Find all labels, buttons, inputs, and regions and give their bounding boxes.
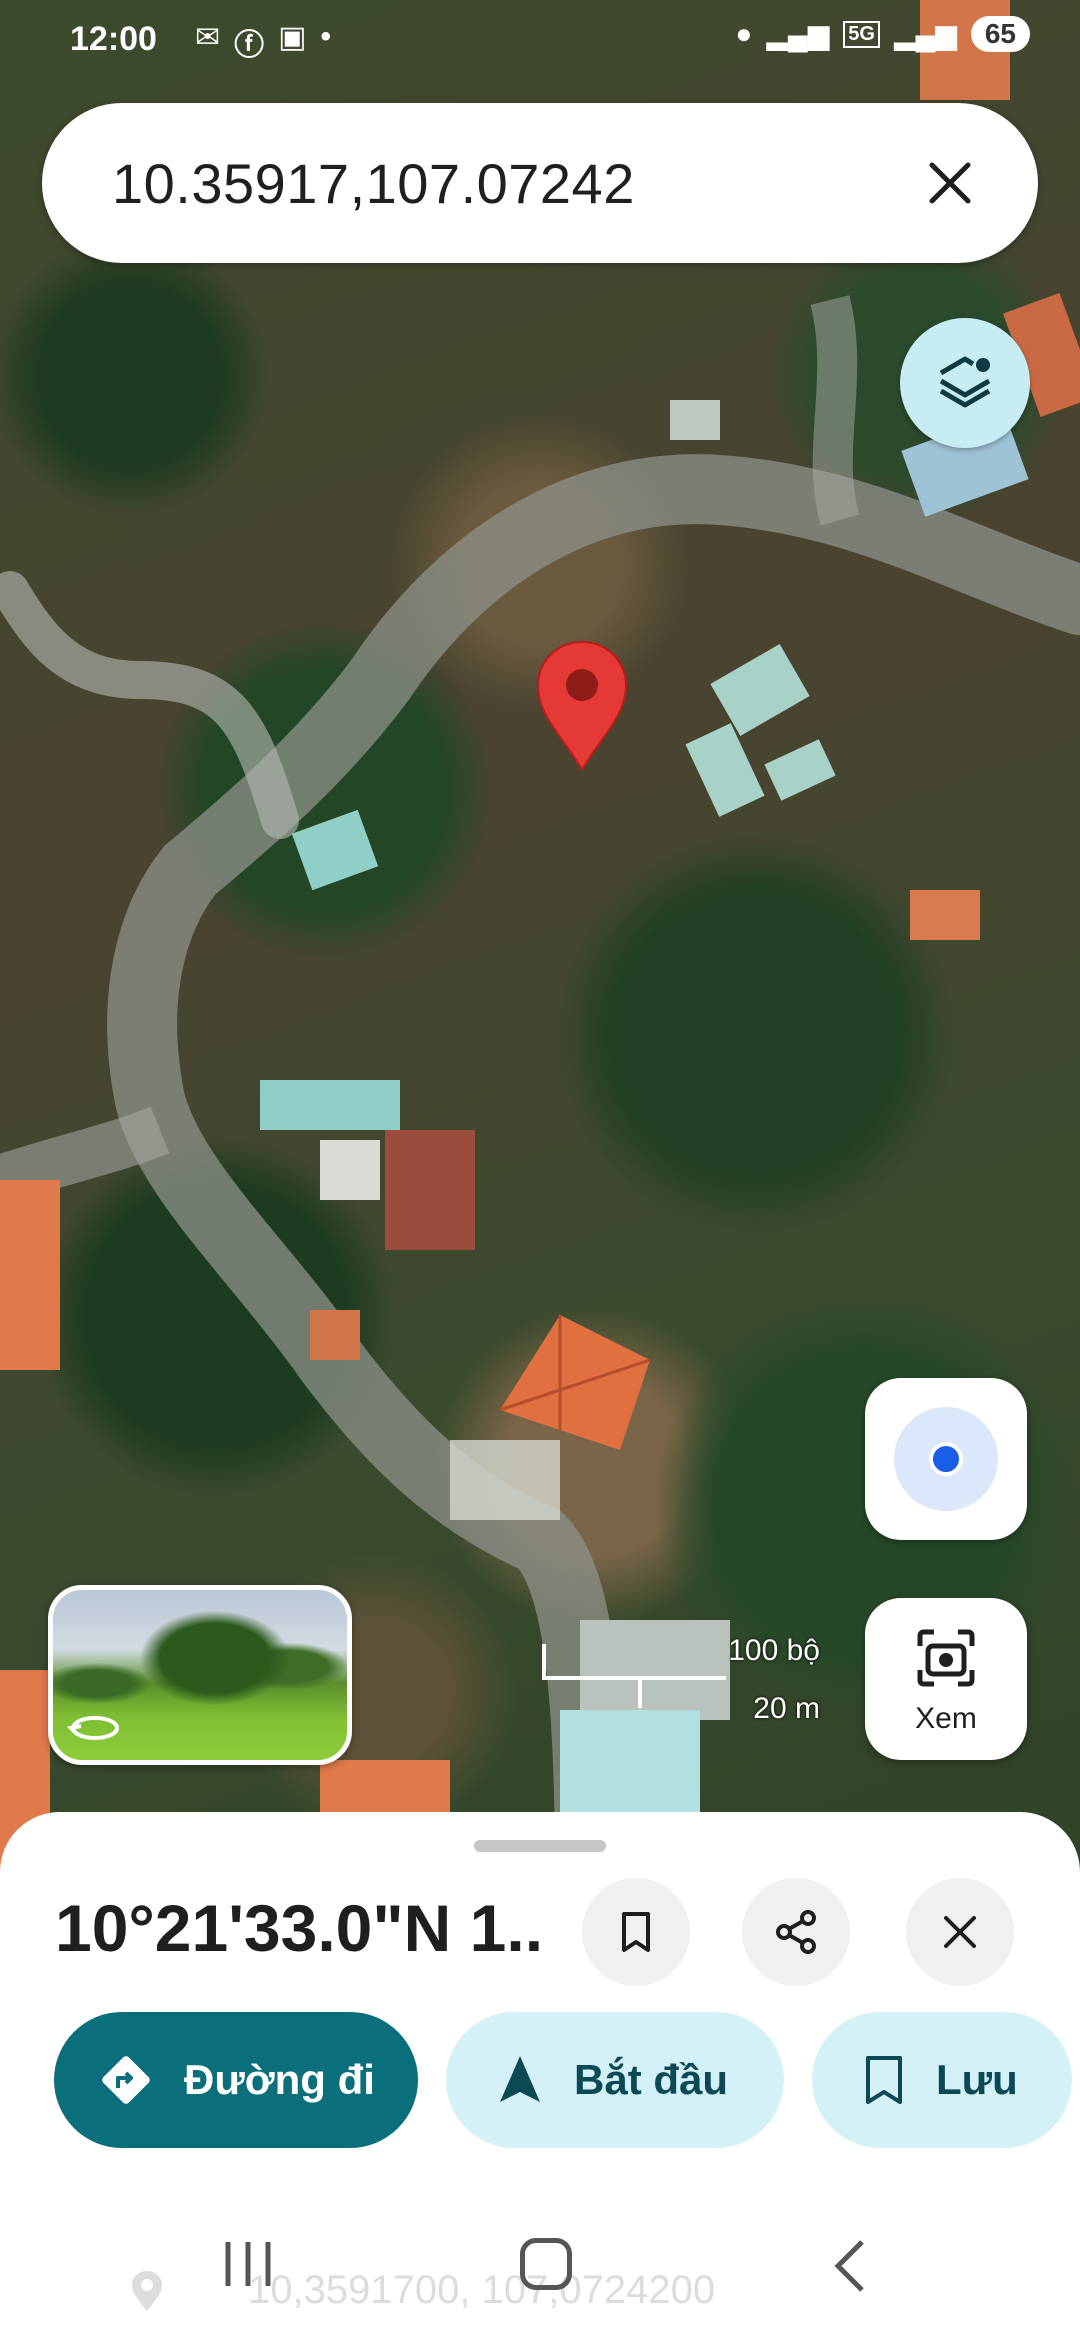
map-pin: [536, 640, 628, 773]
messenger-icon: ✉: [195, 21, 221, 54]
notification-icons: ✉ ⓕ ▣ •: [195, 20, 331, 64]
clear-search-button[interactable]: [912, 145, 988, 221]
ghost-coordinate-row: 10,3591700, 107,0724200: [130, 2268, 715, 2313]
location-halo: [894, 1407, 998, 1511]
start-label: Bắt đầu: [574, 2056, 729, 2103]
facebook-icon: ⓕ: [234, 29, 265, 62]
share-icon: [776, 1910, 816, 1954]
screenshot-icon: ▣: [278, 21, 307, 54]
network-type: 5G: [843, 20, 880, 48]
my-location-icon: [929, 1442, 963, 1476]
rotate-360-icon: [67, 1716, 119, 1740]
my-location-button[interactable]: [865, 1378, 1027, 1540]
navigation-arrow-icon: [500, 2056, 540, 2102]
view-label: Xem: [915, 1702, 977, 1735]
home-icon[interactable]: [520, 2238, 572, 2290]
bookmark-button[interactable]: [582, 1878, 690, 1986]
location-pin-icon: [132, 2270, 162, 2311]
dot-icon: •: [320, 20, 332, 53]
place-title: 10°21'33.0"N 1...: [55, 1891, 545, 1965]
layers-button[interactable]: [900, 318, 1030, 448]
battery-indicator: 65: [970, 16, 1030, 52]
status-bar: 12:00 ✉ ⓕ ▣ • ● ▂▄▆ 5G ▂▄▆ 65: [0, 0, 1080, 80]
back-icon[interactable]: [830, 2238, 870, 2294]
ghost-coordinate-text: 10,3591700, 107,0724200: [248, 2268, 716, 2312]
start-button[interactable]: Bắt đầu: [446, 2012, 784, 2148]
search-input[interactable]: 10.35917,107.07242: [112, 151, 635, 216]
bookmark-icon: [622, 1912, 650, 1952]
bookmark-icon: [866, 2056, 902, 2104]
close-icon: [944, 1916, 976, 1948]
street-view-thumbnail[interactable]: [48, 1585, 352, 1765]
camera-lens-icon: [917, 1629, 975, 1687]
close-icon: [929, 162, 971, 204]
directions-label: Đường đi: [184, 2056, 375, 2103]
location-icon: ●: [735, 18, 753, 49]
directions-button[interactable]: Đường đi: [54, 2012, 418, 2148]
signal-icon-2: ▂▄▆: [893, 18, 957, 50]
scale-feet-label: 100 bộ: [728, 1634, 820, 1667]
signal-icon: ▂▄▆: [766, 18, 830, 50]
close-sheet-button[interactable]: [906, 1878, 1014, 1986]
share-button[interactable]: [742, 1878, 850, 1986]
view-button[interactable]: Xem: [865, 1598, 1027, 1760]
directions-icon: [102, 2056, 150, 2104]
layers-icon: [939, 356, 991, 408]
scale-meters-label: 20 m: [753, 1692, 820, 1725]
drag-handle[interactable]: [474, 1840, 606, 1852]
save-label: Lưu: [936, 2056, 1018, 2103]
recent-apps-icon[interactable]: [220, 2236, 276, 2292]
system-nav-bar: 10,3591700, 107,0724200: [0, 2200, 1080, 2340]
system-icons: ● ▂▄▆ 5G ▂▄▆ 65: [735, 16, 1030, 52]
search-bar[interactable]: 10.35917,107.07242: [42, 103, 1038, 263]
map-scale: 100 bộ 20 m: [540, 1628, 820, 1728]
status-time: 12:00: [70, 20, 157, 58]
save-button[interactable]: Lưu: [812, 2012, 1072, 2148]
